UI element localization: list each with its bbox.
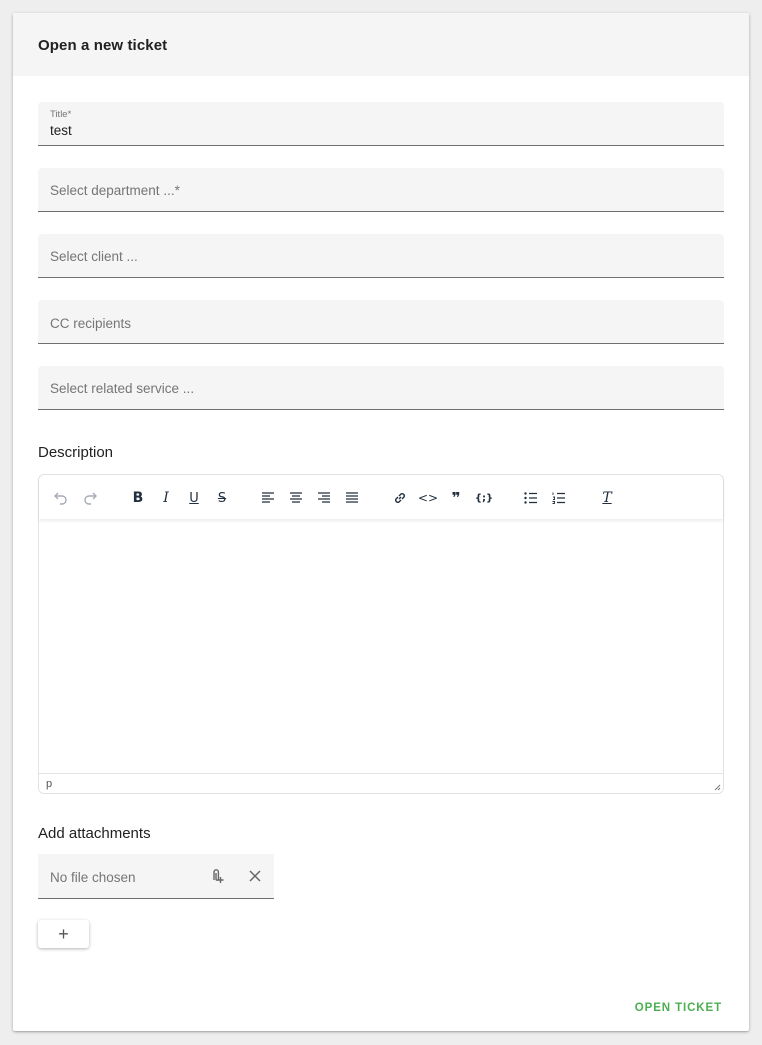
department-placeholder: Select department ...* <box>50 183 180 198</box>
link-icon[interactable] <box>390 488 410 508</box>
card-header: Open a new ticket <box>13 13 749 76</box>
italic-icon[interactable]: I <box>156 488 176 508</box>
numbered-list-icon[interactable] <box>549 488 569 508</box>
clear-format-icon[interactable]: T <box>597 488 617 508</box>
blockquote-icon[interactable]: ❞ <box>446 488 466 508</box>
editor-statusbar: p <box>39 773 723 793</box>
description-label: Description <box>38 444 114 461</box>
related-service-select[interactable]: Select related service ... <box>38 366 724 410</box>
description-editor: B I U S <> ❞ {;} T p <box>38 474 724 794</box>
code-icon[interactable]: <> <box>418 488 438 508</box>
cc-recipients-input[interactable]: CC recipients <box>38 300 724 344</box>
attach-file-icon[interactable] <box>207 866 227 886</box>
title-value: test <box>50 123 72 138</box>
underline-icon[interactable]: U <box>184 488 204 508</box>
client-select[interactable]: Select client ... <box>38 234 724 278</box>
cc-placeholder: CC recipients <box>50 316 132 331</box>
element-path[interactable]: p <box>46 778 52 790</box>
align-justify-icon[interactable] <box>342 488 362 508</box>
service-placeholder: Select related service ... <box>50 381 195 396</box>
file-placeholder: No file chosen <box>50 870 136 885</box>
open-ticket-button[interactable]: OPEN TICKET <box>635 1002 722 1014</box>
editor-toolbar: B I U S <> ❞ {;} T <box>39 475 723 519</box>
title-label: Title* <box>50 109 72 120</box>
title-field[interactable]: Title* test <box>38 102 724 146</box>
bold-icon[interactable]: B <box>128 488 148 508</box>
client-placeholder: Select client ... <box>50 249 138 264</box>
bullet-list-icon[interactable] <box>521 488 541 508</box>
ticket-card: Open a new ticket Title* test Select dep… <box>13 13 749 1031</box>
file-input[interactable]: No file chosen <box>38 854 274 899</box>
redo-icon[interactable] <box>80 488 100 508</box>
resize-handle-icon[interactable] <box>713 783 721 791</box>
undo-icon[interactable] <box>51 488 71 508</box>
align-right-icon[interactable] <box>314 488 334 508</box>
page-title: Open a new ticket <box>38 37 168 54</box>
clear-file-icon[interactable] <box>245 866 265 886</box>
strikethrough-icon[interactable]: S <box>212 488 232 508</box>
department-select[interactable]: Select department ...* <box>38 168 724 212</box>
align-center-icon[interactable] <box>286 488 306 508</box>
attachments-label: Add attachments <box>38 825 151 842</box>
code-block-icon[interactable]: {;} <box>474 488 494 508</box>
align-left-icon[interactable] <box>258 488 278 508</box>
editor-content[interactable] <box>39 519 723 773</box>
add-attachment-button[interactable]: + <box>38 920 89 948</box>
